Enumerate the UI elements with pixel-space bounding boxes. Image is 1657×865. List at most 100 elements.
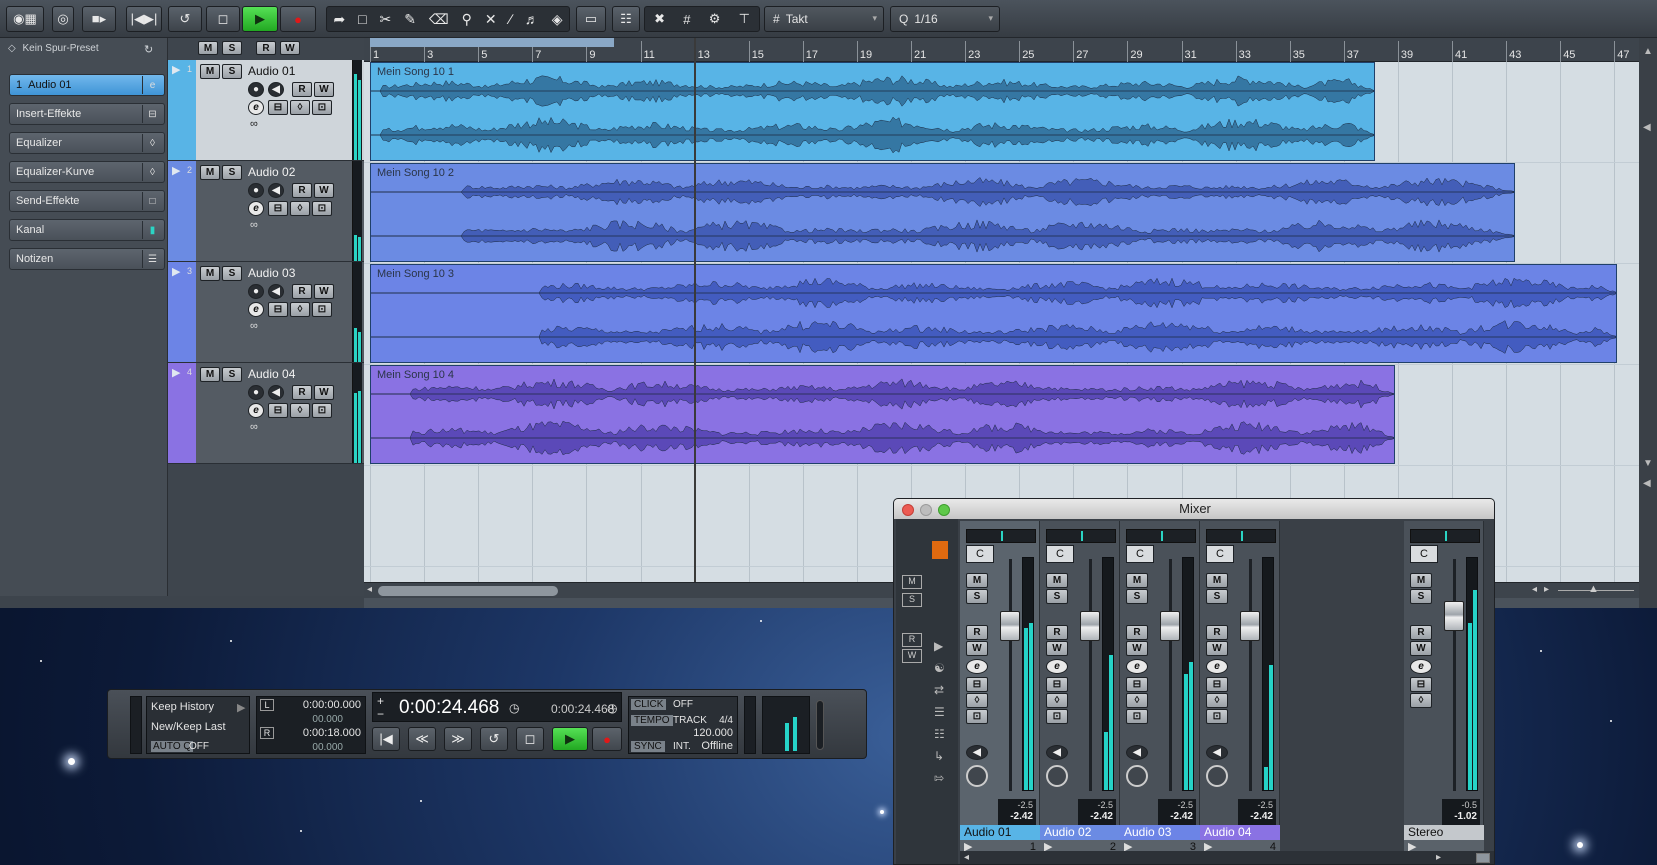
pan-value[interactable]: C	[1206, 545, 1234, 563]
input-icon[interactable]: ☯	[934, 661, 945, 675]
read-button[interactable]: R	[292, 385, 312, 400]
record-enable-icon[interactable]	[1206, 765, 1228, 787]
lanes-icon[interactable]: ∞	[250, 421, 258, 433]
eq-bypass-icon[interactable]: ◊	[290, 403, 310, 418]
chevron-down-icon[interactable]: ▼	[1643, 458, 1653, 469]
record-enable-icon[interactable]: ●	[248, 385, 264, 400]
track-header[interactable]: ▶ 2 M S Audio 02 ● ◀ R W e ⊟ ◊ ⊡ ∞	[168, 161, 364, 262]
send-bypass-icon[interactable]: ⊡	[1206, 709, 1228, 724]
time-signature[interactable]: 4/4	[719, 715, 733, 726]
mute-button[interactable]: M	[966, 573, 988, 588]
send-bypass-icon[interactable]: ⊡	[312, 302, 332, 317]
read-button[interactable]: R	[1126, 625, 1148, 640]
read-button[interactable]: R	[1410, 625, 1432, 640]
edit-channel-icon[interactable]: e	[142, 76, 162, 94]
faders-icon[interactable]: ☷	[934, 727, 945, 741]
solo-button[interactable]: S	[222, 367, 242, 382]
minus-icon[interactable]: −	[377, 707, 384, 721]
solo-button[interactable]: S	[222, 266, 242, 281]
cycle-button[interactable]: ↺	[168, 6, 202, 32]
insert-bypass-icon[interactable]: ⊟	[1126, 677, 1148, 692]
mixer-channel[interactable]: C M S R W e ⊟ ◊ ⊡ ◀ -2.5 -2.42 Audio 04 …	[1200, 521, 1280, 864]
right-locator-label[interactable]: R	[260, 727, 274, 739]
audio-event[interactable]: Mein Song 10 3	[370, 264, 1617, 363]
play-button[interactable]: ▶	[242, 6, 278, 32]
record-button[interactable]: ●	[280, 6, 316, 32]
global-mute-button[interactable]: M	[902, 575, 922, 589]
snap-toggle-icon[interactable]: ✖	[654, 11, 665, 27]
solo-button[interactable]: S	[222, 165, 242, 180]
write-button[interactable]: W	[314, 385, 334, 400]
eq-bypass-icon[interactable]: ◊	[290, 201, 310, 216]
monitor-icon[interactable]: ◀	[1206, 745, 1228, 760]
edit-channel-button[interactable]: e	[966, 659, 988, 674]
bypass-icon[interactable]: □	[142, 192, 162, 210]
cycle-button[interactable]: ↺	[480, 727, 508, 751]
eq-bypass-icon[interactable]: ◊	[290, 302, 310, 317]
global-write-button[interactable]: W	[902, 649, 922, 663]
clock-icon[interactable]: ◷	[509, 701, 519, 715]
color-tool-icon[interactable]: ◈	[552, 11, 563, 28]
plus-icon[interactable]: +	[377, 694, 384, 708]
mixer-view-icon[interactable]	[932, 541, 948, 559]
global-solo-button[interactable]: S	[902, 593, 922, 607]
mute-tool-icon[interactable]: ✕	[485, 11, 497, 28]
read-button[interactable]: R	[966, 625, 988, 640]
track-name[interactable]: Audio 04	[248, 367, 295, 381]
monitor-icon[interactable]: ◀	[1046, 745, 1068, 760]
click-value[interactable]: OFF	[673, 699, 693, 710]
send-bypass-icon[interactable]: ⊡	[312, 403, 332, 418]
edit-channel-button[interactable]: e	[248, 100, 264, 115]
line-tool-icon[interactable]: ∕	[510, 11, 512, 27]
record-button[interactable]: ●	[592, 727, 622, 751]
edit-channel-button[interactable]: e	[248, 201, 264, 216]
write-button[interactable]: W	[1126, 641, 1148, 656]
insert-bypass-icon[interactable]: ⊟	[268, 302, 288, 317]
monitor-icon[interactable]: ◀	[966, 745, 988, 760]
eq-bypass-icon[interactable]: ◊	[1126, 693, 1148, 708]
tempo-label[interactable]: TEMPO	[631, 715, 673, 726]
zoom-handle-icon[interactable]: ▲	[1588, 583, 1599, 595]
mute-button[interactable]: M	[1206, 573, 1228, 588]
secondary-time[interactable]: 0:00:24.468	[551, 702, 614, 716]
solo-button[interactable]: S	[1126, 589, 1148, 604]
channel-name[interactable]: Audio 02	[1040, 825, 1120, 840]
playhead[interactable]	[694, 38, 696, 582]
scroll-thumb[interactable]	[378, 586, 558, 596]
output-slider[interactable]	[816, 700, 824, 750]
channel-name[interactable]: Audio 01	[960, 825, 1040, 840]
insert-bypass-icon[interactable]: ⊟	[966, 677, 988, 692]
audio-event[interactable]: Mein Song 10 4	[370, 365, 1395, 464]
goto-start-button[interactable]: |◀	[372, 727, 400, 751]
eq-bypass-icon[interactable]: ◊	[1206, 693, 1228, 708]
write-button[interactable]: W	[314, 82, 334, 97]
sync-label[interactable]: SYNC	[631, 741, 665, 752]
preset-row[interactable]: ◇ Kein Spur-Preset	[8, 43, 99, 54]
read-button[interactable]: R	[292, 284, 312, 299]
track-name[interactable]: Audio 02	[248, 165, 295, 179]
click-label[interactable]: CLICK	[631, 699, 667, 710]
chevron-left-icon[interactable]: ◂	[964, 852, 969, 863]
pan-slider[interactable]	[1206, 529, 1276, 543]
eq-bypass-icon[interactable]: ◊	[966, 693, 988, 708]
global-mute-button[interactable]: M	[198, 41, 218, 55]
read-button[interactable]: R	[1046, 625, 1068, 640]
new-keep-last-label[interactable]: New/Keep Last	[151, 721, 226, 733]
mute-button[interactable]: M	[1046, 573, 1068, 588]
rewind-button[interactable]: ≪	[408, 727, 436, 751]
inspector-section-inserts[interactable]: Insert-Effekte ⊟	[9, 103, 165, 125]
reset-icon[interactable]: ↻	[144, 43, 153, 56]
close-icon[interactable]	[902, 504, 914, 516]
mixer-titlebar[interactable]: Mixer	[894, 499, 1494, 519]
global-read-button[interactable]: R	[256, 41, 276, 55]
chevron-right-icon[interactable]: ▸	[1436, 852, 1441, 863]
snap-mode-icon[interactable]: ⚙	[709, 11, 721, 27]
chevron-up-icon[interactable]: ▲	[1643, 46, 1653, 57]
window-layout-button[interactable]: ◉▦	[6, 6, 44, 32]
write-button[interactable]: W	[1206, 641, 1228, 656]
record-enable-icon[interactable]	[1126, 765, 1148, 787]
volume-fader[interactable]	[1444, 601, 1464, 632]
peak-display[interactable]: -2.5 -2.42	[1158, 799, 1196, 825]
send-bypass-icon[interactable]: ⊡	[312, 100, 332, 115]
record-enable-icon[interactable]: ●	[248, 284, 264, 299]
